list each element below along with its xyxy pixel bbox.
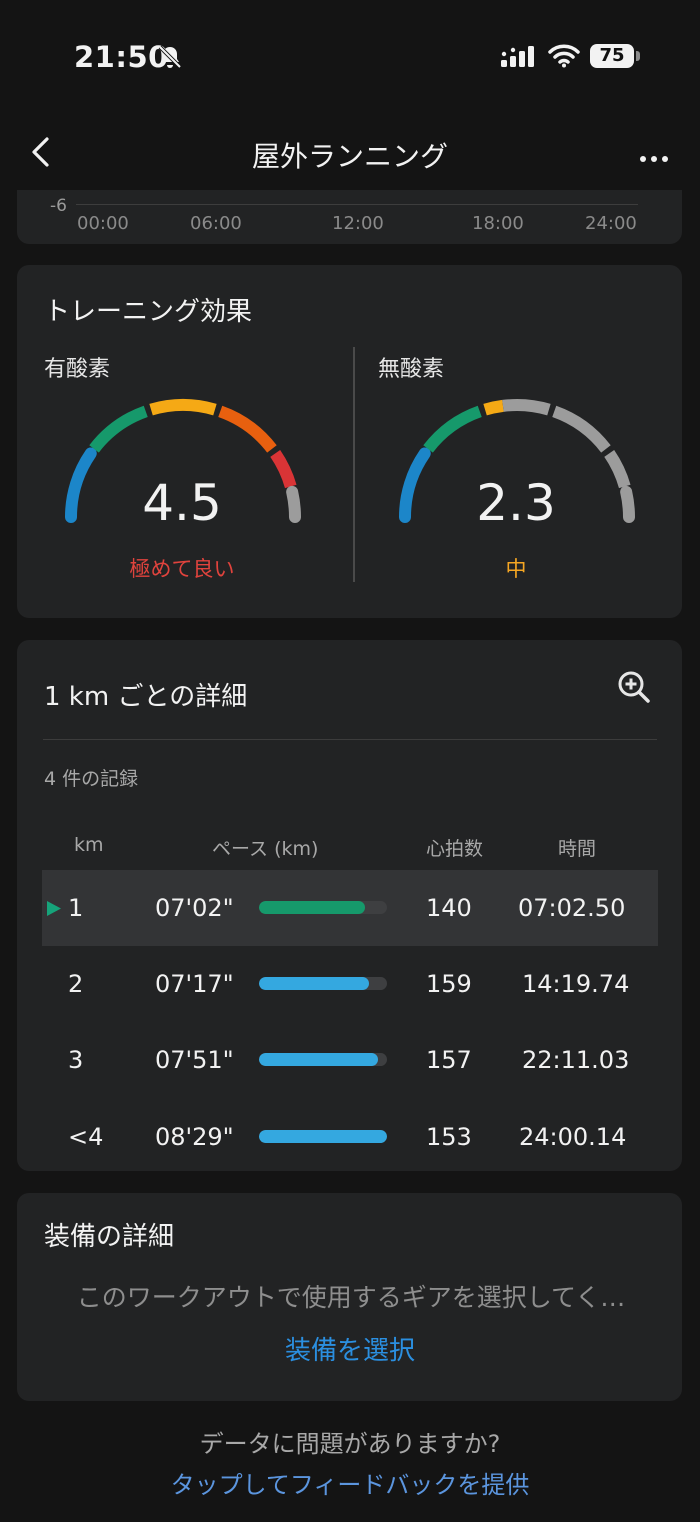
pace-bar — [259, 1130, 387, 1143]
row-heart-rate: 153 — [426, 1123, 472, 1151]
records-count: 4 件の記録 — [44, 768, 139, 790]
pace-bar-fill — [259, 901, 366, 914]
aerobic-value: 4.5 — [142, 474, 222, 532]
gauge-segment — [218, 405, 277, 453]
row-time: 24:00.14 — [519, 1123, 627, 1151]
aerobic-status: 極めて良い — [129, 557, 235, 581]
row-km: 1 — [68, 894, 84, 922]
equipment-title: 装備の詳細 — [44, 1222, 175, 1252]
km-details-title: 1 km ごとの詳細 — [44, 682, 248, 712]
selected-row-play-icon — [47, 901, 61, 916]
anaerobic-value: 2.3 — [476, 474, 556, 532]
anaerobic-status: 中 — [505, 557, 527, 581]
gauge-segment — [502, 399, 551, 416]
anaerobic-label: 無酸素 — [378, 357, 445, 382]
gauge-segment — [149, 399, 217, 416]
pace-bar-fill — [259, 1130, 387, 1143]
pace-bar — [259, 1053, 387, 1066]
feedback-question: データに問題がありますか? — [199, 1430, 501, 1458]
status-time: 21:50 — [74, 40, 169, 74]
gauge-segment — [89, 405, 148, 453]
muted-bell-icon — [158, 45, 182, 69]
pace-bar-fill — [259, 1053, 379, 1066]
x-axis-tick: 00:00 — [77, 213, 129, 234]
row-km: 2 — [68, 970, 84, 998]
select-equipment-link[interactable]: 装備を選択 — [0, 1330, 700, 1367]
table-row[interactable]: 3 07'51" 157 22:11.03 — [42, 1022, 658, 1098]
row-heart-rate: 159 — [426, 970, 472, 998]
row-time: 07:02.50 — [518, 894, 626, 922]
row-pace: 07'51" — [155, 1046, 234, 1074]
table-row[interactable]: 2 07'17" 159 14:19.74 — [42, 946, 658, 1022]
chart-baseline — [76, 204, 638, 205]
row-km: 3 — [68, 1046, 84, 1074]
feedback-link[interactable]: タップしてフィードバックを提供 — [0, 1465, 700, 1500]
x-axis-tick: 18:00 — [472, 213, 524, 234]
gauge-segment — [286, 485, 301, 523]
table-row[interactable]: 1 07'02" 140 07:02.50 — [42, 870, 658, 946]
x-axis-tick: 12:00 — [332, 213, 384, 234]
row-pace: 07'17" — [155, 970, 234, 998]
gauge-segment — [620, 485, 635, 523]
wifi-icon — [548, 44, 580, 68]
row-heart-rate: 140 — [426, 894, 472, 922]
km-details-divider — [43, 739, 657, 740]
pace-bar-fill — [259, 977, 370, 990]
equipment-message: このワークアウトで使用するギアを選択してく… — [76, 1283, 626, 1312]
battery-cap — [636, 51, 640, 61]
row-heart-rate: 157 — [426, 1046, 472, 1074]
table-row[interactable]: <4 08'29" 153 24:00.14 — [42, 1099, 658, 1175]
page-title: 屋外ランニング — [251, 140, 448, 173]
gauge-divider — [353, 347, 355, 582]
x-axis-tick: 24:00 — [585, 213, 637, 234]
row-time: 22:11.03 — [522, 1046, 630, 1074]
column-header-heart-rate: 心拍数 — [426, 838, 484, 860]
pace-bar — [259, 901, 387, 914]
row-pace: 07'02" — [155, 894, 234, 922]
zoom-in-icon[interactable] — [616, 669, 652, 705]
column-header-time: 時間 — [558, 838, 597, 860]
gauge-segment — [423, 405, 482, 453]
aerobic-label: 有酸素 — [44, 357, 111, 382]
training-effect-title: トレーニング効果 — [44, 297, 253, 327]
y-axis-min-label: -6 — [50, 196, 67, 216]
row-km: <4 — [68, 1123, 104, 1151]
cellular-signal-icon — [501, 46, 534, 67]
x-axis-tick: 06:00 — [190, 213, 242, 234]
column-header-km: km — [74, 834, 104, 856]
column-header-pace: ペース (km) — [212, 838, 319, 860]
gauge-segment — [552, 405, 611, 453]
more-options-icon[interactable] — [640, 147, 673, 166]
gauge-segment — [483, 399, 504, 416]
pace-bar — [259, 977, 387, 990]
row-pace: 08'29" — [155, 1123, 234, 1151]
row-time: 14:19.74 — [522, 970, 630, 998]
battery-indicator: 75 — [590, 44, 634, 68]
